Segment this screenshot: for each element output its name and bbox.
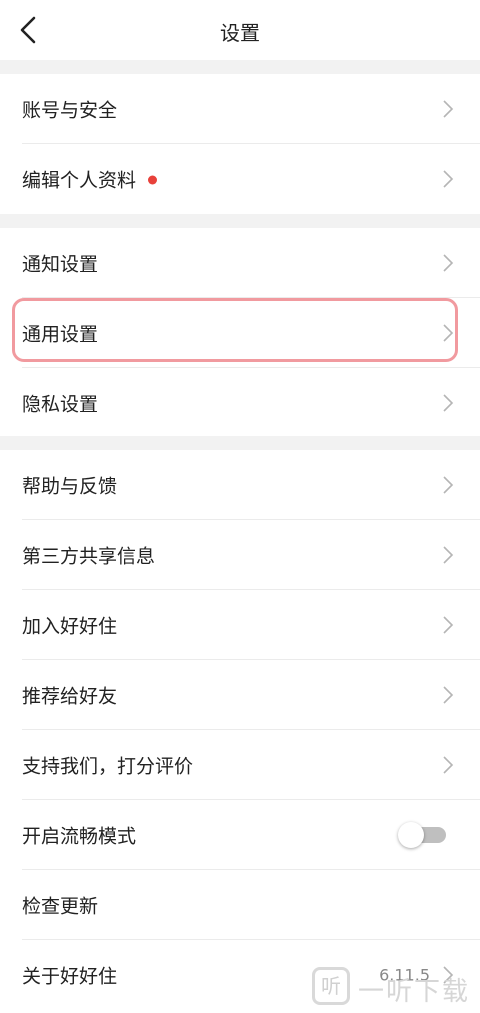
row-edit-profile[interactable]: 编辑个人资料 (0, 144, 480, 214)
section-gap (0, 436, 480, 450)
version-text: 6.11.5 (379, 965, 430, 985)
chevron-right-icon (442, 755, 454, 775)
row-check-update[interactable]: 检查更新 (0, 870, 480, 940)
chevron-right-icon (442, 393, 454, 413)
row-smooth-mode: 开启流畅模式 (0, 800, 480, 870)
chevron-right-icon (442, 615, 454, 635)
row-label: 检查更新 (22, 895, 99, 918)
top-nav-bar: 设置 (0, 0, 480, 60)
chevron-right-icon (442, 253, 454, 273)
section-gap (0, 60, 480, 74)
row-notification-settings[interactable]: 通知设置 (0, 228, 480, 298)
row-label: 账号与安全 (22, 99, 118, 122)
row-help-feedback[interactable]: 帮助与反馈 (0, 450, 480, 520)
row-label: 隐私设置 (22, 393, 99, 416)
row-general-settings[interactable]: 通用设置 (0, 298, 480, 368)
row-label: 通知设置 (22, 253, 99, 276)
row-account-security[interactable]: 账号与安全 (0, 74, 480, 144)
toggle-knob (398, 822, 424, 848)
page-title: 设置 (220, 21, 260, 45)
row-label: 开启流畅模式 (22, 825, 137, 848)
row-recommend-friends[interactable]: 推荐给好友 (0, 660, 480, 730)
row-label: 推荐给好友 (22, 685, 118, 708)
row-about[interactable]: 关于好好住 6.11.5 (0, 940, 480, 1010)
row-label: 关于好好住 (22, 965, 118, 988)
row-label: 通用设置 (22, 323, 99, 346)
section-gap (0, 214, 480, 228)
row-label: 加入好好住 (22, 615, 118, 638)
chevron-right-icon (442, 475, 454, 495)
smooth-mode-toggle[interactable] (398, 822, 446, 848)
row-join-us[interactable]: 加入好好住 (0, 590, 480, 660)
chevron-right-icon (442, 685, 454, 705)
chevron-right-icon (442, 965, 454, 985)
row-label: 帮助与反馈 (22, 475, 118, 498)
row-label: 第三方共享信息 (22, 545, 156, 568)
row-label-wrap: 编辑个人资料 (22, 166, 158, 193)
row-third-party-sharing[interactable]: 第三方共享信息 (0, 520, 480, 590)
chevron-right-icon (442, 169, 454, 189)
notification-dot (148, 175, 158, 184)
row-label: 编辑个人资料 (22, 169, 137, 192)
chevron-right-icon (442, 545, 454, 565)
row-privacy-settings[interactable]: 隐私设置 (0, 368, 480, 438)
row-label: 支持我们，打分评价 (22, 755, 194, 778)
chevron-right-icon (442, 323, 454, 343)
chevron-right-icon (442, 99, 454, 119)
row-rate-us[interactable]: 支持我们，打分评价 (0, 730, 480, 800)
